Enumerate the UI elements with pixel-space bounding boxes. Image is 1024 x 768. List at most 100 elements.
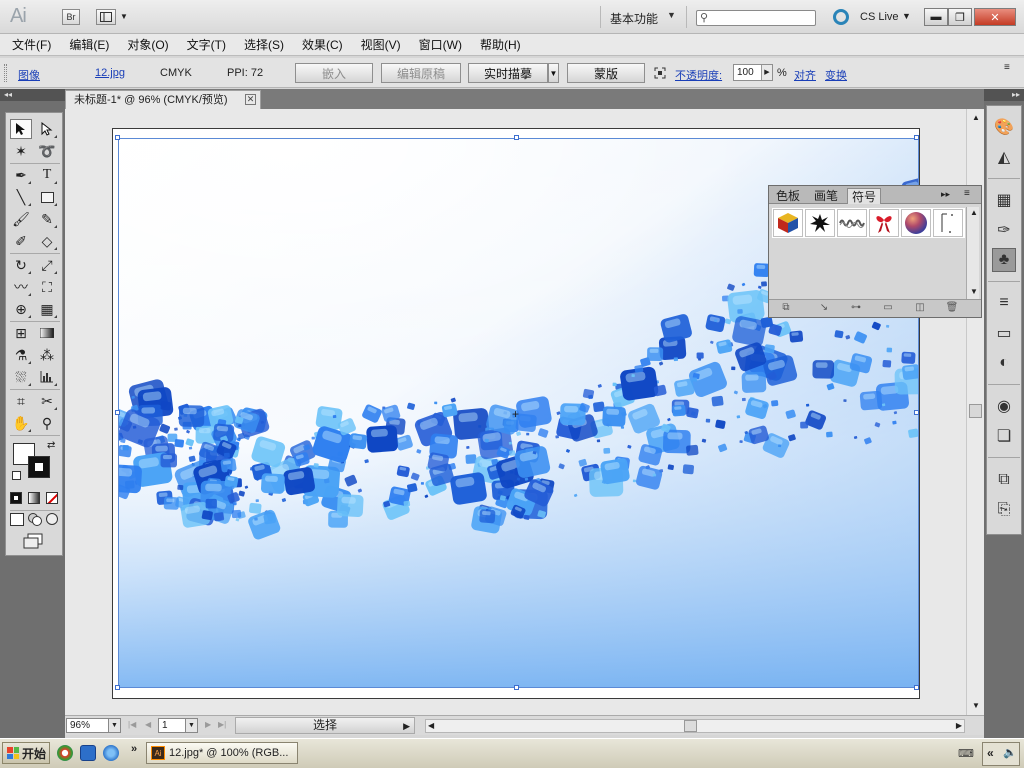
taskbar-illustrator-button[interactable]: Ai 12.jpg* @ 100% (RGB... xyxy=(146,742,298,764)
help-search-input[interactable]: ⚲ xyxy=(696,10,816,26)
symbol-sprayer-tool-icon[interactable]: ⛆ xyxy=(10,367,32,387)
symbols-panel-icon[interactable]: ♣ xyxy=(992,248,1016,272)
collapse-panel-icon[interactable]: ▸▸ xyxy=(941,189,950,200)
speaker-icon[interactable]: 🔈 xyxy=(1003,746,1017,759)
direct-selection-tool-icon[interactable] xyxy=(36,119,58,139)
hand-tool-icon[interactable]: ✋ xyxy=(10,413,32,433)
cube-symbol[interactable] xyxy=(773,209,803,237)
scribble-symbol[interactable] xyxy=(837,209,867,237)
menu-help[interactable]: 帮助(H) xyxy=(480,36,521,53)
first-artboard-icon[interactable]: |◀ xyxy=(128,720,136,729)
file-name-link[interactable]: 12.jpg xyxy=(95,67,125,79)
ribbon-symbol[interactable] xyxy=(869,209,899,237)
splat-symbol[interactable] xyxy=(805,209,835,237)
stroke-swatch[interactable] xyxy=(28,456,50,478)
keyboard-icon[interactable]: ⌨ xyxy=(958,747,974,760)
lasso-tool-icon[interactable]: ➰ xyxy=(36,141,58,161)
minimize-button[interactable]: ▬ xyxy=(924,8,948,26)
appearance-panel-icon[interactable]: ◉ xyxy=(992,394,1016,418)
color-guide-icon[interactable]: ◭ xyxy=(992,145,1016,169)
default-colors-icon[interactable] xyxy=(12,471,21,480)
note-symbol[interactable] xyxy=(933,209,963,237)
menu-select[interactable]: 选择(S) xyxy=(244,36,284,53)
close-button[interactable]: ✕ xyxy=(974,8,1016,26)
pen-tool-icon[interactable]: ✒ xyxy=(10,165,32,185)
eyedropper-tool-icon[interactable]: ⚗ xyxy=(10,345,32,365)
chevron-down-icon[interactable]: ▼ xyxy=(185,719,197,732)
chevron-down-icon[interactable]: ▼ xyxy=(902,11,911,21)
scroll-down-icon[interactable]: ▼ xyxy=(972,701,980,710)
toolbox-collapse-header[interactable]: ◂◂ xyxy=(0,89,65,101)
artboard-tool-icon[interactable]: ⌗ xyxy=(10,391,32,411)
artboards-panel-icon[interactable]: ⎘ xyxy=(992,498,1016,522)
workspace-switcher[interactable]: 基本功能 xyxy=(610,10,658,27)
next-artboard-icon[interactable]: ▶ xyxy=(205,720,211,729)
sphere-symbol[interactable] xyxy=(901,209,931,237)
selection-handle[interactable] xyxy=(514,685,519,690)
document-tab[interactable]: 未标题-1* @ 96% (CMYK/预览) ✕ xyxy=(65,90,261,109)
free-transform-tool-icon[interactable]: ⛶ xyxy=(36,277,58,297)
break-link-icon[interactable]: ⊶ xyxy=(849,302,863,314)
cslive-menu[interactable]: CS Live xyxy=(860,11,899,23)
pencil-tool-icon[interactable]: ✎ xyxy=(36,209,58,229)
horizontal-scrollbar[interactable]: ◀ ▶ xyxy=(425,719,965,733)
selection-handle[interactable] xyxy=(115,135,120,140)
internet-explorer-icon[interactable] xyxy=(103,745,119,761)
blob-brush-tool-icon[interactable]: ✐ xyxy=(10,231,32,251)
layers-panel-icon[interactable]: ⧉ xyxy=(992,468,1016,492)
place-symbol-icon[interactable]: ↘ xyxy=(817,302,831,314)
tab-brushes[interactable]: 画笔 xyxy=(810,188,842,204)
scroll-thumb[interactable] xyxy=(684,720,697,732)
gradient-tool-icon[interactable] xyxy=(36,323,58,343)
scroll-down-icon[interactable]: ▼ xyxy=(970,287,978,296)
chevron-right-icon[interactable]: ▶ xyxy=(403,719,410,734)
grip-handle[interactable] xyxy=(4,64,7,82)
color-mode-icon[interactable] xyxy=(10,492,22,504)
selection-handle[interactable] xyxy=(514,135,519,140)
tab-swatches[interactable]: 色板 xyxy=(772,188,804,204)
media-player-icon[interactable] xyxy=(57,745,73,761)
zoom-field[interactable]: 96% ▼ xyxy=(66,718,121,733)
chevron-down-icon[interactable]: ▼ xyxy=(108,719,120,732)
embed-button[interactable]: 嵌入 xyxy=(295,63,373,83)
menu-object[interactable]: 对象(O) xyxy=(127,36,168,53)
align-link[interactable]: 对齐 xyxy=(794,67,816,83)
object-type-link[interactable]: 图像 xyxy=(18,67,40,83)
gradient-panel-icon[interactable]: ▭ xyxy=(992,321,1016,345)
status-menu[interactable]: 选择 ▶ xyxy=(235,717,415,734)
column-graph-tool-icon[interactable] xyxy=(36,367,58,387)
opacity-label[interactable]: 不透明度: xyxy=(675,67,722,83)
perspective-grid-tool-icon[interactable]: ▦ xyxy=(36,299,58,319)
rectangle-tool-icon[interactable] xyxy=(36,187,58,207)
arrange-documents-button[interactable] xyxy=(96,9,116,25)
cslive-icon[interactable] xyxy=(833,9,849,25)
menu-file[interactable]: 文件(F) xyxy=(12,36,51,53)
chevron-right-icon[interactable]: ▶ xyxy=(761,65,772,80)
last-artboard-icon[interactable]: ▶| xyxy=(218,720,226,729)
type-tool-icon[interactable]: T xyxy=(36,165,58,185)
scroll-up-icon[interactable]: ▲ xyxy=(972,113,980,122)
scroll-up-icon[interactable]: ▲ xyxy=(970,208,978,217)
scroll-right-icon[interactable]: ▶ xyxy=(956,721,962,730)
brushes-panel-icon[interactable]: ✑ xyxy=(992,218,1016,242)
close-icon[interactable]: ✕ xyxy=(245,94,256,105)
isolate-icon[interactable] xyxy=(654,67,666,79)
menu-type[interactable]: 文字(T) xyxy=(187,36,226,53)
delete-symbol-icon[interactable]: 🗑 xyxy=(945,302,959,314)
trace-options-dropdown[interactable]: ▼ xyxy=(548,63,559,83)
panel-menu-icon[interactable]: ≡ xyxy=(964,188,970,199)
transform-link[interactable]: 变换 xyxy=(825,67,847,83)
selection-handle[interactable] xyxy=(914,410,919,415)
line-tool-icon[interactable]: ╲ xyxy=(10,187,32,207)
previous-artboard-icon[interactable]: ◀ xyxy=(145,720,151,729)
selection-handle[interactable] xyxy=(115,410,120,415)
swap-fill-stroke-icon[interactable]: ⇄ xyxy=(47,440,55,451)
desktop-icon[interactable] xyxy=(80,745,96,761)
slice-tool-icon[interactable]: ✂ xyxy=(36,391,58,411)
scroll-thumb[interactable] xyxy=(969,404,982,418)
selection-handle[interactable] xyxy=(914,135,919,140)
chevron-down-icon[interactable]: ▼ xyxy=(120,12,128,21)
tray-expand-icon[interactable]: « xyxy=(987,746,994,760)
tab-symbols[interactable]: 符号 xyxy=(847,188,882,204)
panel-scrollbar[interactable]: ▲ ▼ xyxy=(966,207,979,299)
